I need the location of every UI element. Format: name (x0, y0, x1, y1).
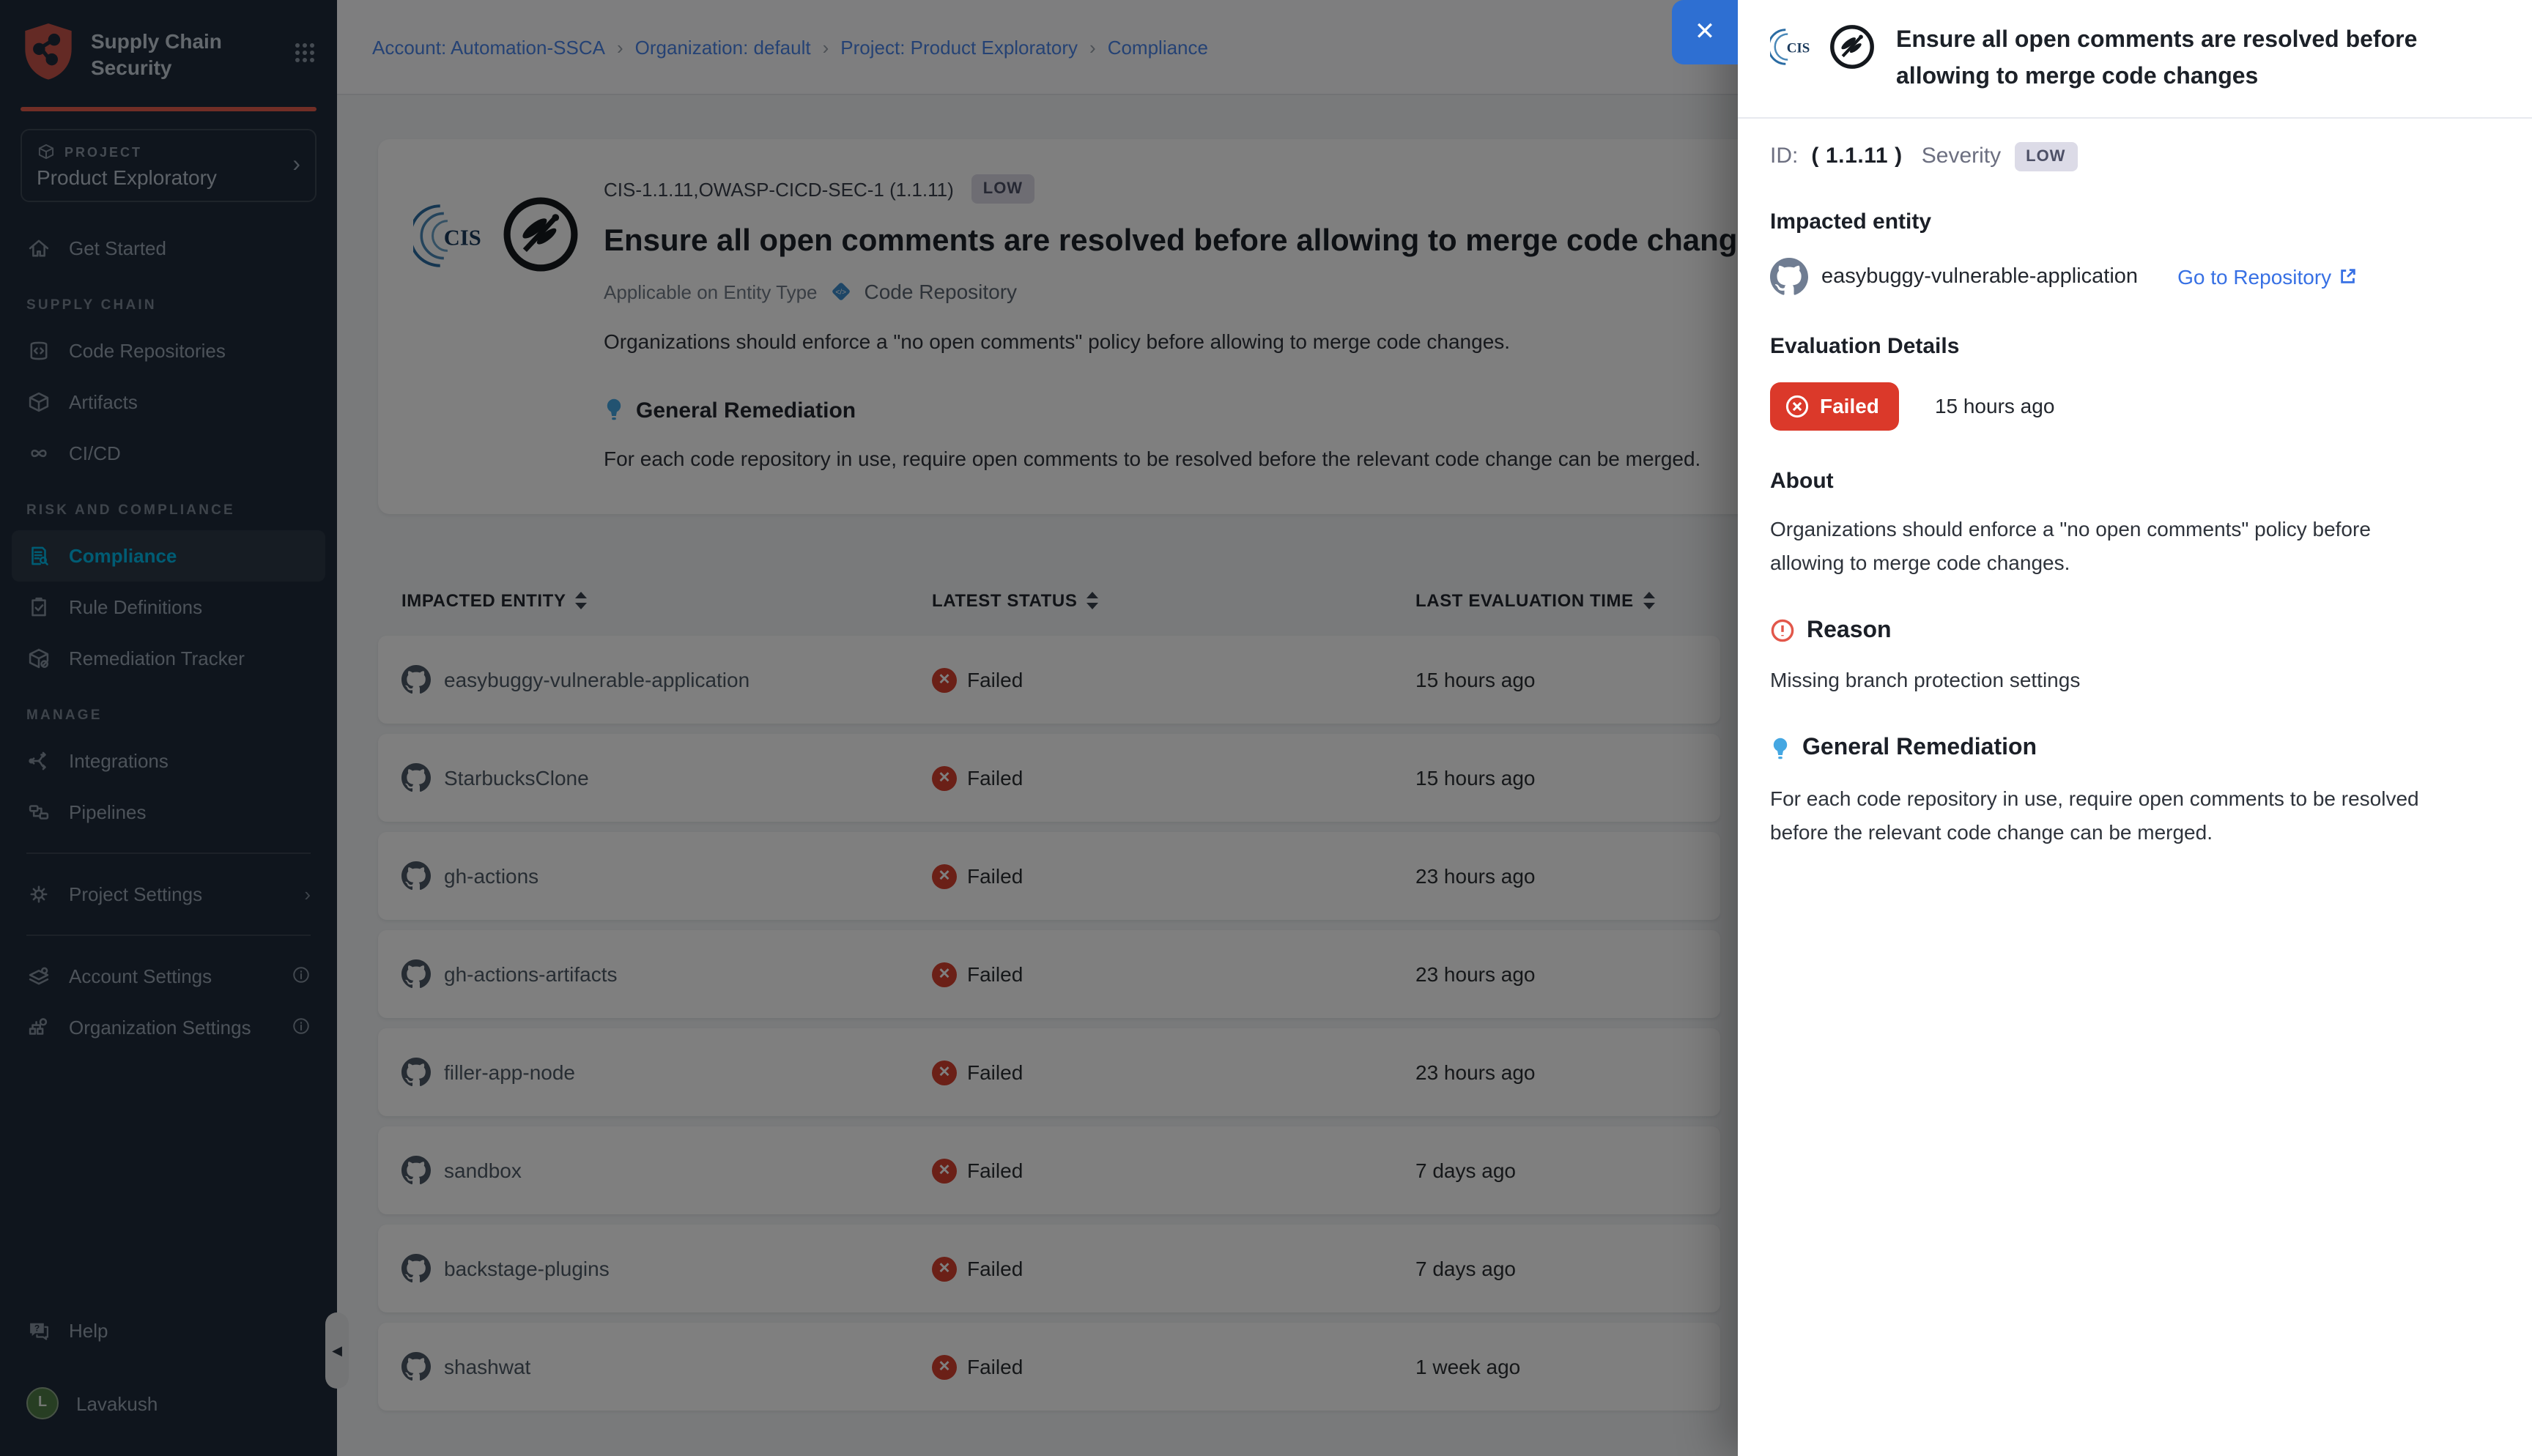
id-label: ID: (1770, 144, 1798, 168)
about-heading: About (1770, 468, 2494, 493)
evaluation-details-heading: Evaluation Details (1770, 333, 2494, 358)
general-remediation-text: For each code repository in use, require… (1770, 782, 2456, 850)
impacted-entity-heading: Impacted entity (1770, 209, 2494, 234)
rule-details-drawer: CIS Ensure all open comments are resolve… (1738, 0, 2532, 1456)
drawer-close-button[interactable]: ✕ (1672, 0, 1738, 64)
evaluation-time: 15 hours ago (1935, 394, 2054, 417)
alert-circle-icon (1770, 619, 1795, 644)
app-root: Supply Chain Security PROJECT Product Ex… (0, 0, 2532, 1456)
reason-heading: Reason (1807, 618, 1892, 645)
about-text: Organizations should enforce a "no open … (1770, 512, 2432, 579)
external-link-icon (2339, 267, 2358, 286)
general-remediation-heading: General Remediation (1802, 736, 2037, 762)
reason-text: Missing branch protection settings (1770, 664, 2432, 697)
cis-logo-icon: CIS (1770, 23, 1814, 78)
github-icon (1770, 257, 1808, 295)
severity-label: Severity (1922, 144, 2001, 168)
failed-circle-x-icon (1785, 393, 1810, 418)
id-value: ( 1.1.11 ) (1811, 144, 1902, 168)
failed-status-badge: Failed (1770, 382, 1900, 430)
svg-text:CIS: CIS (1787, 40, 1810, 56)
lightbulb-icon (1770, 735, 1791, 763)
impacted-entity-name: easybuggy-vulnerable-application (1821, 264, 2138, 288)
drawer-title: Ensure all open comments are resolved be… (1896, 23, 2494, 96)
severity-badge: LOW (2014, 141, 2077, 171)
go-to-repository-link[interactable]: Go to Repository (2177, 264, 2358, 288)
owasp-logo-icon (1829, 23, 1876, 78)
